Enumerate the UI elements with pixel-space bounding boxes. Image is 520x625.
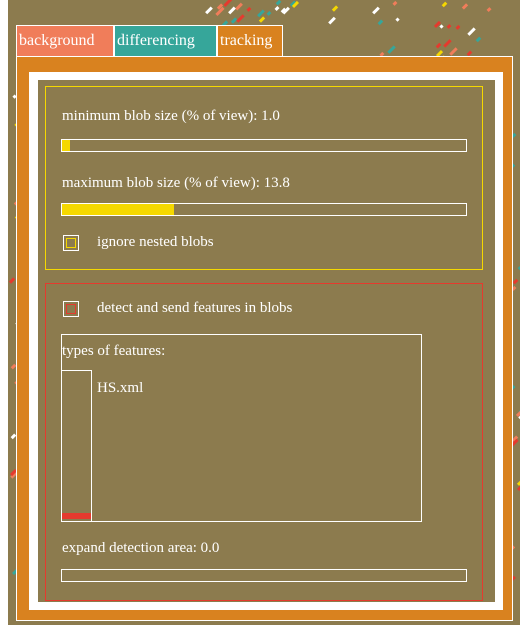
confetti-shape [204, 6, 213, 15]
confetti-shape [461, 3, 468, 10]
confetti-shape [235, 2, 244, 11]
max-blob-size-slider[interactable] [61, 203, 467, 216]
ignore-nested-blobs-label: ignore nested blobs [97, 234, 214, 250]
expand-detection-area-slider[interactable] [61, 569, 467, 582]
confetti-shape [246, 6, 252, 12]
tab-differencing[interactable]: differencing [114, 25, 217, 56]
tab-tracking[interactable]: tracking [217, 25, 283, 58]
confetti-shape [467, 27, 477, 36]
confetti-shape [442, 39, 451, 48]
confetti-shape [475, 37, 481, 43]
feature-item-hs-xml[interactable]: HS.xml [97, 380, 143, 397]
confetti-shape [228, 6, 236, 14]
confetti-shape [222, 0, 232, 8]
confetti-shape [274, 6, 280, 12]
confetti-shape [395, 17, 400, 22]
feature-types-list[interactable] [61, 370, 92, 522]
confetti-shape [8, 277, 16, 285]
ignore-nested-blobs-checkbox[interactable] [63, 235, 79, 251]
max-blob-size-label: maximum blob size (% of view): 13.8 [62, 175, 290, 191]
confetti-shape [10, 433, 16, 440]
min-blob-size-label: minimum blob size (% of view): 1.0 [62, 108, 280, 124]
confetti-shape [435, 42, 442, 49]
confetti-shape [448, 47, 458, 56]
confetti-shape [512, 278, 519, 285]
tab-background[interactable]: background [16, 25, 114, 56]
confetti-shape [259, 16, 266, 24]
confetti-shape [266, 11, 271, 17]
confetti-shape [455, 25, 461, 31]
confetti-shape [331, 5, 338, 12]
feature-types-box [61, 334, 422, 522]
confetti-shape [327, 16, 336, 25]
expand-detection-area-label: expand detection area: 0.0 [62, 540, 220, 556]
ignore-nested-blobs-checkbox-inner [66, 238, 76, 248]
confetti-shape [392, 1, 398, 7]
confetti-shape [371, 6, 380, 15]
min-blob-size-slider[interactable] [61, 139, 467, 152]
detect-features-checkbox[interactable] [63, 301, 79, 317]
confetti-shape [441, 1, 448, 8]
max-blob-size-slider-fill [62, 204, 174, 215]
confetti-shape [236, 14, 245, 23]
feature-types-list-indicator [62, 513, 91, 519]
confetti-shape [446, 24, 452, 30]
confetti-shape [275, 0, 282, 5]
feature-types-label: types of features: [62, 343, 166, 359]
min-blob-size-slider-fill [62, 140, 71, 151]
confetti-shape [439, 24, 444, 29]
confetti-shape [387, 44, 396, 54]
detect-features-checkbox-inner [66, 304, 76, 314]
detect-features-label: detect and send features in blobs [97, 300, 293, 316]
confetti-shape [486, 7, 492, 13]
confetti-shape [377, 20, 383, 26]
